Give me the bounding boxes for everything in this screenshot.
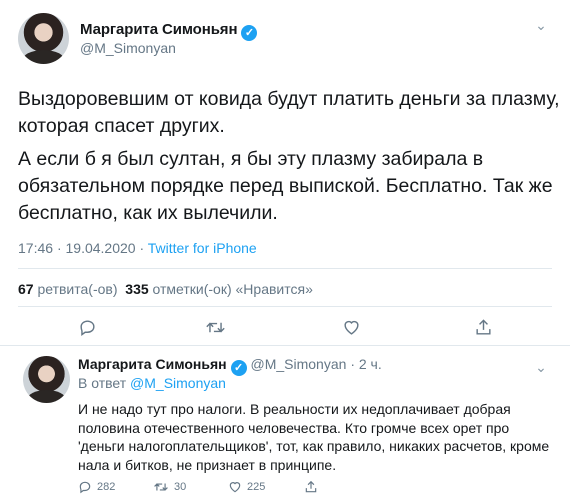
reply-count: 282 (97, 481, 116, 493)
reply-reply-button[interactable]: 282 (78, 480, 115, 494)
likes-stat[interactable]: 335 отметки(-ок) «Нравится» (125, 281, 313, 297)
tweet-date[interactable]: 19.04.2020 (66, 240, 136, 256)
verified-icon: ✓ (230, 360, 247, 376)
retweet-icon (154, 483, 168, 491)
divider (0, 345, 570, 346)
chevron-down-icon[interactable]: ⌄ (532, 16, 550, 34)
reply-like-button[interactable]: 225 (228, 480, 265, 494)
reply-icon (80, 320, 95, 337)
reply-author-name[interactable]: Маргарита Симоньян (78, 356, 227, 372)
retweet-count: 30 (174, 481, 187, 493)
divider (18, 268, 552, 269)
reply-to: В ответ @M_Simonyan (78, 375, 226, 391)
like-count: 225 (247, 481, 266, 493)
reply-author-handle[interactable]: @M_Simonyan (251, 356, 347, 372)
tweet-source[interactable]: Twitter for iPhone (148, 240, 257, 256)
divider (18, 306, 552, 307)
reply-icon (79, 481, 91, 494)
reply-header: Маргарита Симоньян ✓ @M_Simonyan · 2 ч. (78, 356, 382, 376)
like-icon (344, 320, 359, 335)
share-icon (305, 480, 317, 493)
retweet-icon (206, 322, 225, 333)
reply-to-mention[interactable]: @M_Simonyan (130, 375, 226, 391)
like-icon (229, 482, 241, 493)
chevron-down-icon[interactable]: ⌄ (532, 358, 550, 376)
reply-time[interactable]: · 2 ч. (350, 356, 381, 372)
reply-retweet-button[interactable]: 30 (153, 480, 186, 494)
avatar[interactable] (18, 13, 69, 64)
retweet-button[interactable] (205, 318, 226, 337)
reply-avatar[interactable] (23, 356, 70, 403)
tweet-text-paragraph-1: Выздоровевшим от ковида будут платить де… (18, 88, 560, 137)
reply-share-button[interactable] (304, 480, 318, 494)
main-tweet: Маргарита Симоньян ✓ @M_Simonyan ⌄ Выздор… (0, 0, 570, 345)
reply-button[interactable] (78, 318, 97, 337)
tweet-time[interactable]: 17:46 (18, 240, 53, 256)
tweet-text-paragraph-2: А если б я был султан, я бы эту плазму з… (18, 148, 553, 224)
author-handle[interactable]: @M_Simonyan (80, 40, 176, 56)
verified-icon: ✓ (241, 25, 258, 41)
like-button[interactable] (342, 318, 361, 337)
tweet-meta: 17:46 · 19.04.2020 · Twitter for iPhone (18, 240, 257, 256)
reply-text: И не надо тут про налоги. В реальности и… (78, 401, 550, 473)
share-icon (476, 319, 491, 335)
retweets-stat[interactable]: 67 ретвита(-ов) (18, 281, 118, 297)
share-button[interactable] (474, 318, 493, 337)
author-name[interactable]: Маргарита Симоньян ✓ (80, 21, 258, 41)
tweet-stats: 67 ретвита(-ов) 335 отметки(-ок) «Нравит… (18, 281, 313, 297)
